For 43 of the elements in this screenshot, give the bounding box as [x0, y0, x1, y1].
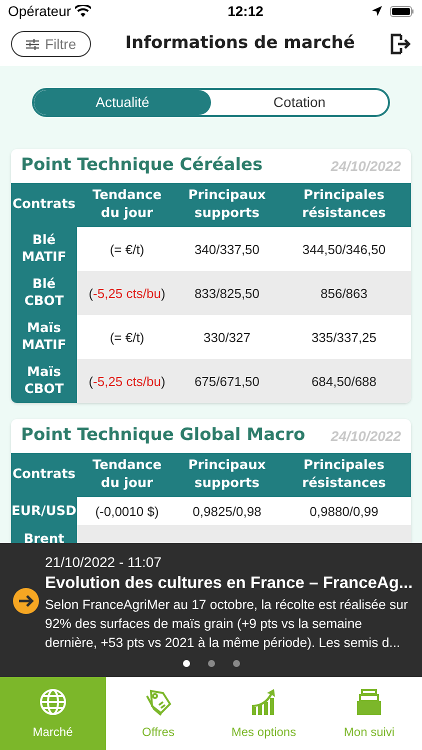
column-header: Principaux supports [177, 453, 277, 497]
table-cell: 675/671,50 [177, 359, 277, 403]
arrow-right-icon[interactable] [12, 587, 40, 615]
battery-icon [390, 6, 414, 16]
tab-bar-item[interactable]: Offres [106, 677, 211, 750]
column-header: Principales résistances [277, 183, 411, 227]
column-header: Contrats [11, 183, 77, 227]
news-date: 21/10/2022 - 11:07 [45, 553, 163, 571]
contract-cell: Blé MATIF [11, 227, 77, 271]
logout-icon[interactable] [389, 33, 411, 55]
column-header: Tendance du jour [77, 453, 177, 497]
news-banner[interactable] [0, 543, 422, 677]
sliders-icon [26, 38, 39, 50]
filter-button[interactable]: Filtre [11, 31, 92, 57]
tab-bar-item[interactable]: Mon suivi [316, 677, 422, 750]
tab-bar-item[interactable]: Mes options [211, 677, 316, 750]
page-title: Informations de marché [124, 32, 356, 56]
column-header: Tendance du jour [77, 183, 177, 227]
segment-tab[interactable]: Cotation [211, 90, 388, 115]
contract-cell: EUR/USD [11, 497, 77, 525]
location-arrow-icon [372, 6, 382, 16]
tab-bar-item[interactable]: Marché [0, 677, 106, 750]
trend-cell: (-5,25 cts/bu) [77, 271, 177, 315]
card-title: Point Technique Global Macro [21, 424, 306, 448]
contract-cell: Maïs CBOT [11, 359, 77, 403]
trend-cell: (-5,25 cts/bu) [77, 359, 177, 403]
segment-tab[interactable]: Actualité [34, 90, 211, 115]
column-header: Principaux supports [177, 183, 277, 227]
card-title: Point Technique Céréales [21, 154, 263, 178]
table-cell: 856/863 [277, 271, 411, 315]
table-cell: 833/825,50 [177, 271, 277, 315]
contract-cell: Maïs MATIF [11, 315, 77, 359]
globe-icon [38, 686, 68, 716]
table-cell: 684,50/688 [277, 359, 411, 403]
wifi-icon [75, 5, 92, 17]
column-header: Contrats [11, 453, 77, 497]
contract-cell: Blé CBOT [11, 271, 77, 315]
contract-cell: Brent [11, 525, 77, 543]
news-body: Selon FranceAgriMer au 17 octobre, la récolte est réalisée sur 92% des surfaces de maïs grain (+9 pts vs la semaine dernière, +53 pts vs 2021 à la même période). Les semis d... [45, 596, 409, 652]
column-header: Principales résistances [277, 453, 411, 497]
news-title: Evolution des cultures en France – FranceAg... [45, 573, 412, 594]
carrier-name: Opérateur [8, 2, 72, 21]
clock-time: 12:12 [228, 2, 264, 20]
